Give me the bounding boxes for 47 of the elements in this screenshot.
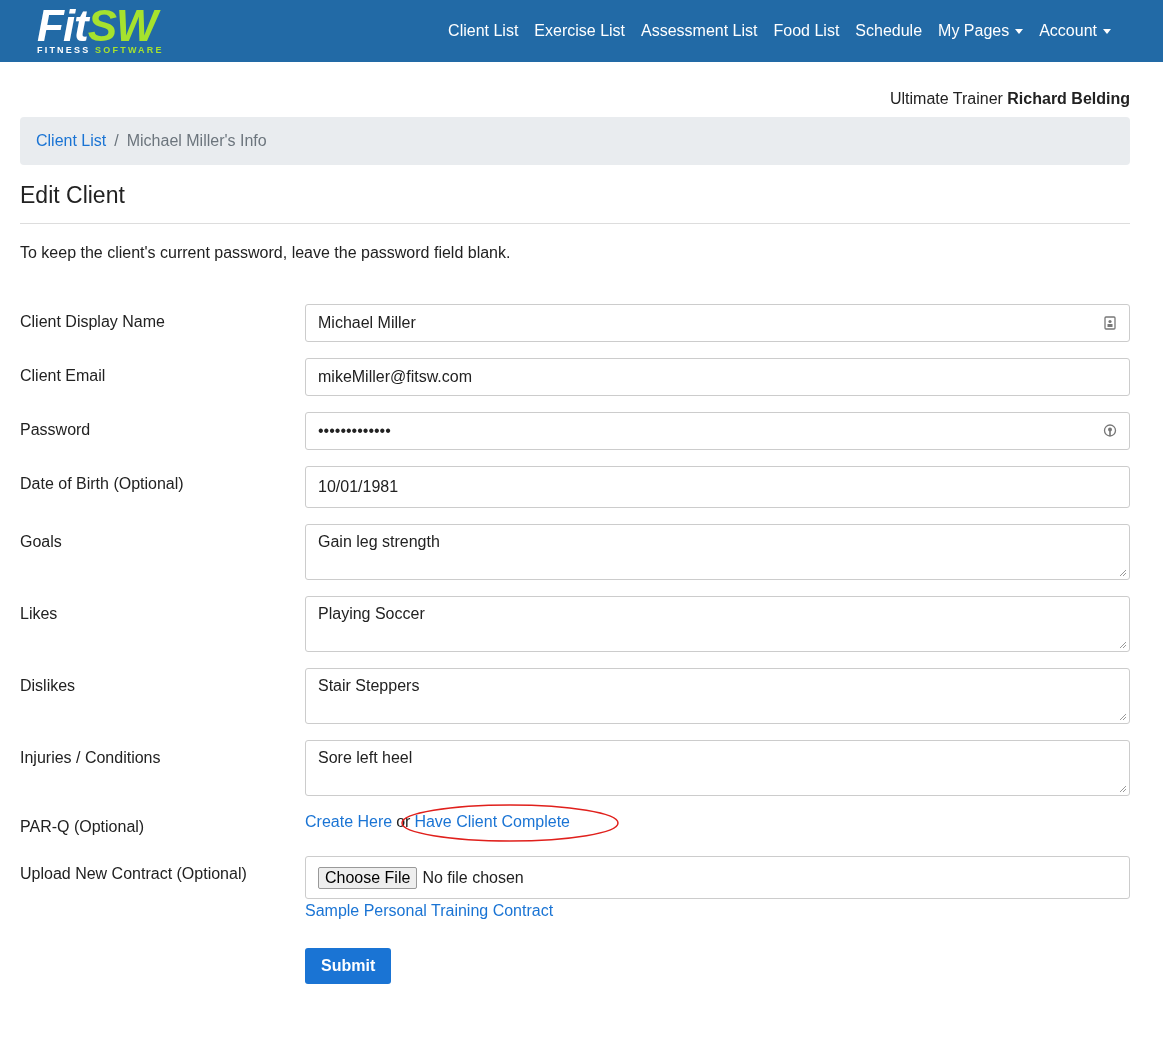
breadcrumb-link[interactable]: Client List [36,132,107,150]
key-icon[interactable] [1103,424,1117,438]
submit-button[interactable]: Submit [305,948,392,984]
nav-link[interactable]: Client List [448,22,519,40]
nav-link[interactable]: Account [1039,22,1111,40]
file-upload-field[interactable]: Choose File No file chosen [305,856,1130,899]
field-label: Client Display Name [20,312,166,331]
text-area[interactable]: Stair Steppers [305,668,1130,724]
logo-tagline: FITNESS [37,44,91,55]
field-label: Client Email [20,366,107,385]
nav-link[interactable]: My Pages [938,22,1024,40]
resize-handle-icon[interactable] [1119,713,1127,721]
resize-handle-icon[interactable] [1119,641,1127,649]
field-label: Injuries / Conditions [20,748,162,767]
field-label: Goals [20,532,63,551]
field-label: Upload New Contract (Optional) [20,864,248,883]
text-area[interactable]: Gain leg strength [305,524,1130,580]
caret-icon [1103,28,1111,34]
contact-card-icon[interactable] [1103,316,1117,330]
breadcrumb-separator: / [114,132,119,150]
nav-link[interactable]: Food List [773,22,840,40]
resize-handle-icon[interactable] [1119,785,1127,793]
input-field[interactable]: Michael Miller [305,304,1130,342]
field-label: PAR-Q (Optional) [20,817,146,836]
field-label: Date of Birth (Optional) [20,474,185,493]
breadcrumb-current: Michael Miller's Info [126,132,267,150]
input-field[interactable]: 10/01/1981 [305,466,1130,508]
logo-tagline: SOFTWARE [95,44,164,55]
file-status: No file chosen [422,868,524,887]
nav-link[interactable]: Exercise List [534,22,626,40]
field-label: Password [20,420,92,439]
field-label: Likes [20,604,59,623]
page-heading: Edit Client [20,182,126,209]
text-area[interactable]: Sore left heel [305,740,1130,796]
password-note: To keep the client's current password, leave the password field blank. [20,244,512,262]
resize-handle-icon[interactable] [1119,569,1127,577]
nav-link[interactable]: Schedule [855,22,923,40]
input-field[interactable]: mikeMiller@fitsw.com [305,358,1130,396]
caret-icon [1015,28,1024,34]
choose-file-button[interactable]: Choose File [318,866,418,889]
field-label: Dislikes [20,676,77,695]
trainer-name: Ultimate Trainer Richard Belding [889,90,1130,107]
sample-contract-link[interactable]: Sample Personal Training Contract [305,902,554,920]
input-field[interactable]: ••••••••••••• [305,412,1130,450]
text-area[interactable]: Playing Soccer [305,596,1130,652]
nav-link[interactable]: Assessment List [641,22,758,40]
create-here-link[interactable]: Create Here [305,813,393,831]
